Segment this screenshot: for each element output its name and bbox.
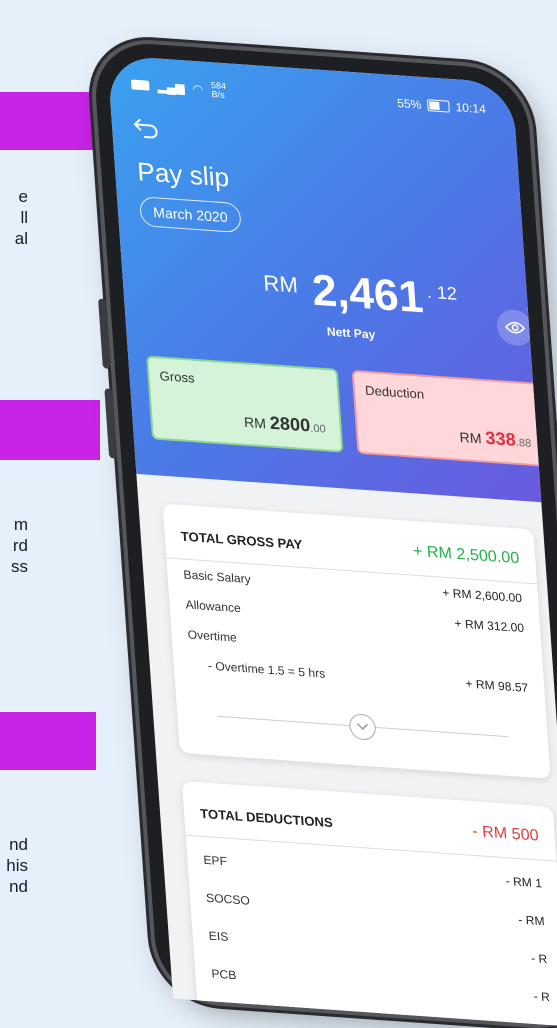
decor-bar-3 xyxy=(0,712,96,770)
phone-body: ▂▄▆ ◠ 584 B/s 55% 10:14 Pay slip March 2… xyxy=(92,40,557,1028)
nett-pay-label: Nett Pay xyxy=(326,324,376,342)
clock: 10:14 xyxy=(455,100,487,117)
decor-bar-2 xyxy=(0,400,100,460)
deductions-panel: TOTAL DEDUCTIONS - RM 500 EPF - RM 1 SOCS… xyxy=(181,780,557,1027)
nett-pay-amount: RM 2,461 . 12 xyxy=(262,265,458,323)
carrier-icon xyxy=(130,79,150,91)
page-title: Pay slip xyxy=(136,156,231,193)
bg-text-fragment-3: nd his nd xyxy=(6,835,28,896)
status-bar: ▂▄▆ ◠ 584 B/s 55% 10:14 xyxy=(130,74,486,119)
month-selector[interactable]: March 2020 xyxy=(139,196,242,234)
phone-mockup: ▂▄▆ ◠ 584 B/s 55% 10:14 Pay slip March 2… xyxy=(92,40,557,1028)
gross-card[interactable]: Gross RM 2800.00 xyxy=(146,355,344,453)
deduction-card[interactable]: Deduction RM 338.88 xyxy=(351,369,549,468)
battery-percent: 55% xyxy=(396,96,422,112)
volume-up-button xyxy=(98,298,111,369)
back-arrow-icon[interactable] xyxy=(131,116,161,142)
deduction-card-value: RM 338.88 xyxy=(459,427,532,450)
chevron-down-icon[interactable] xyxy=(348,713,377,741)
bg-text-fragment-2: m rd ss xyxy=(11,515,28,576)
volume-down-button xyxy=(104,388,118,459)
gross-pay-panel: TOTAL GROSS PAY + RM 2,500.00 Basic Sala… xyxy=(162,503,551,779)
signal-icon: ▂▄▆ xyxy=(156,79,186,96)
net-speed: 584 B/s xyxy=(210,80,227,100)
battery-icon xyxy=(426,99,450,113)
wifi-icon: ◠ xyxy=(192,81,204,97)
payslip-header: ▂▄▆ ◠ 584 B/s 55% 10:14 Pay slip March 2… xyxy=(107,54,549,503)
bg-text-fragment-1: e ll al xyxy=(14,187,28,248)
gross-card-value: RM 2800.00 xyxy=(243,412,327,436)
app-screen: ▂▄▆ ◠ 584 B/s 55% 10:14 Pay slip March 2… xyxy=(107,54,557,1027)
decor-bar-1 xyxy=(0,92,112,150)
eye-icon[interactable] xyxy=(495,308,535,347)
